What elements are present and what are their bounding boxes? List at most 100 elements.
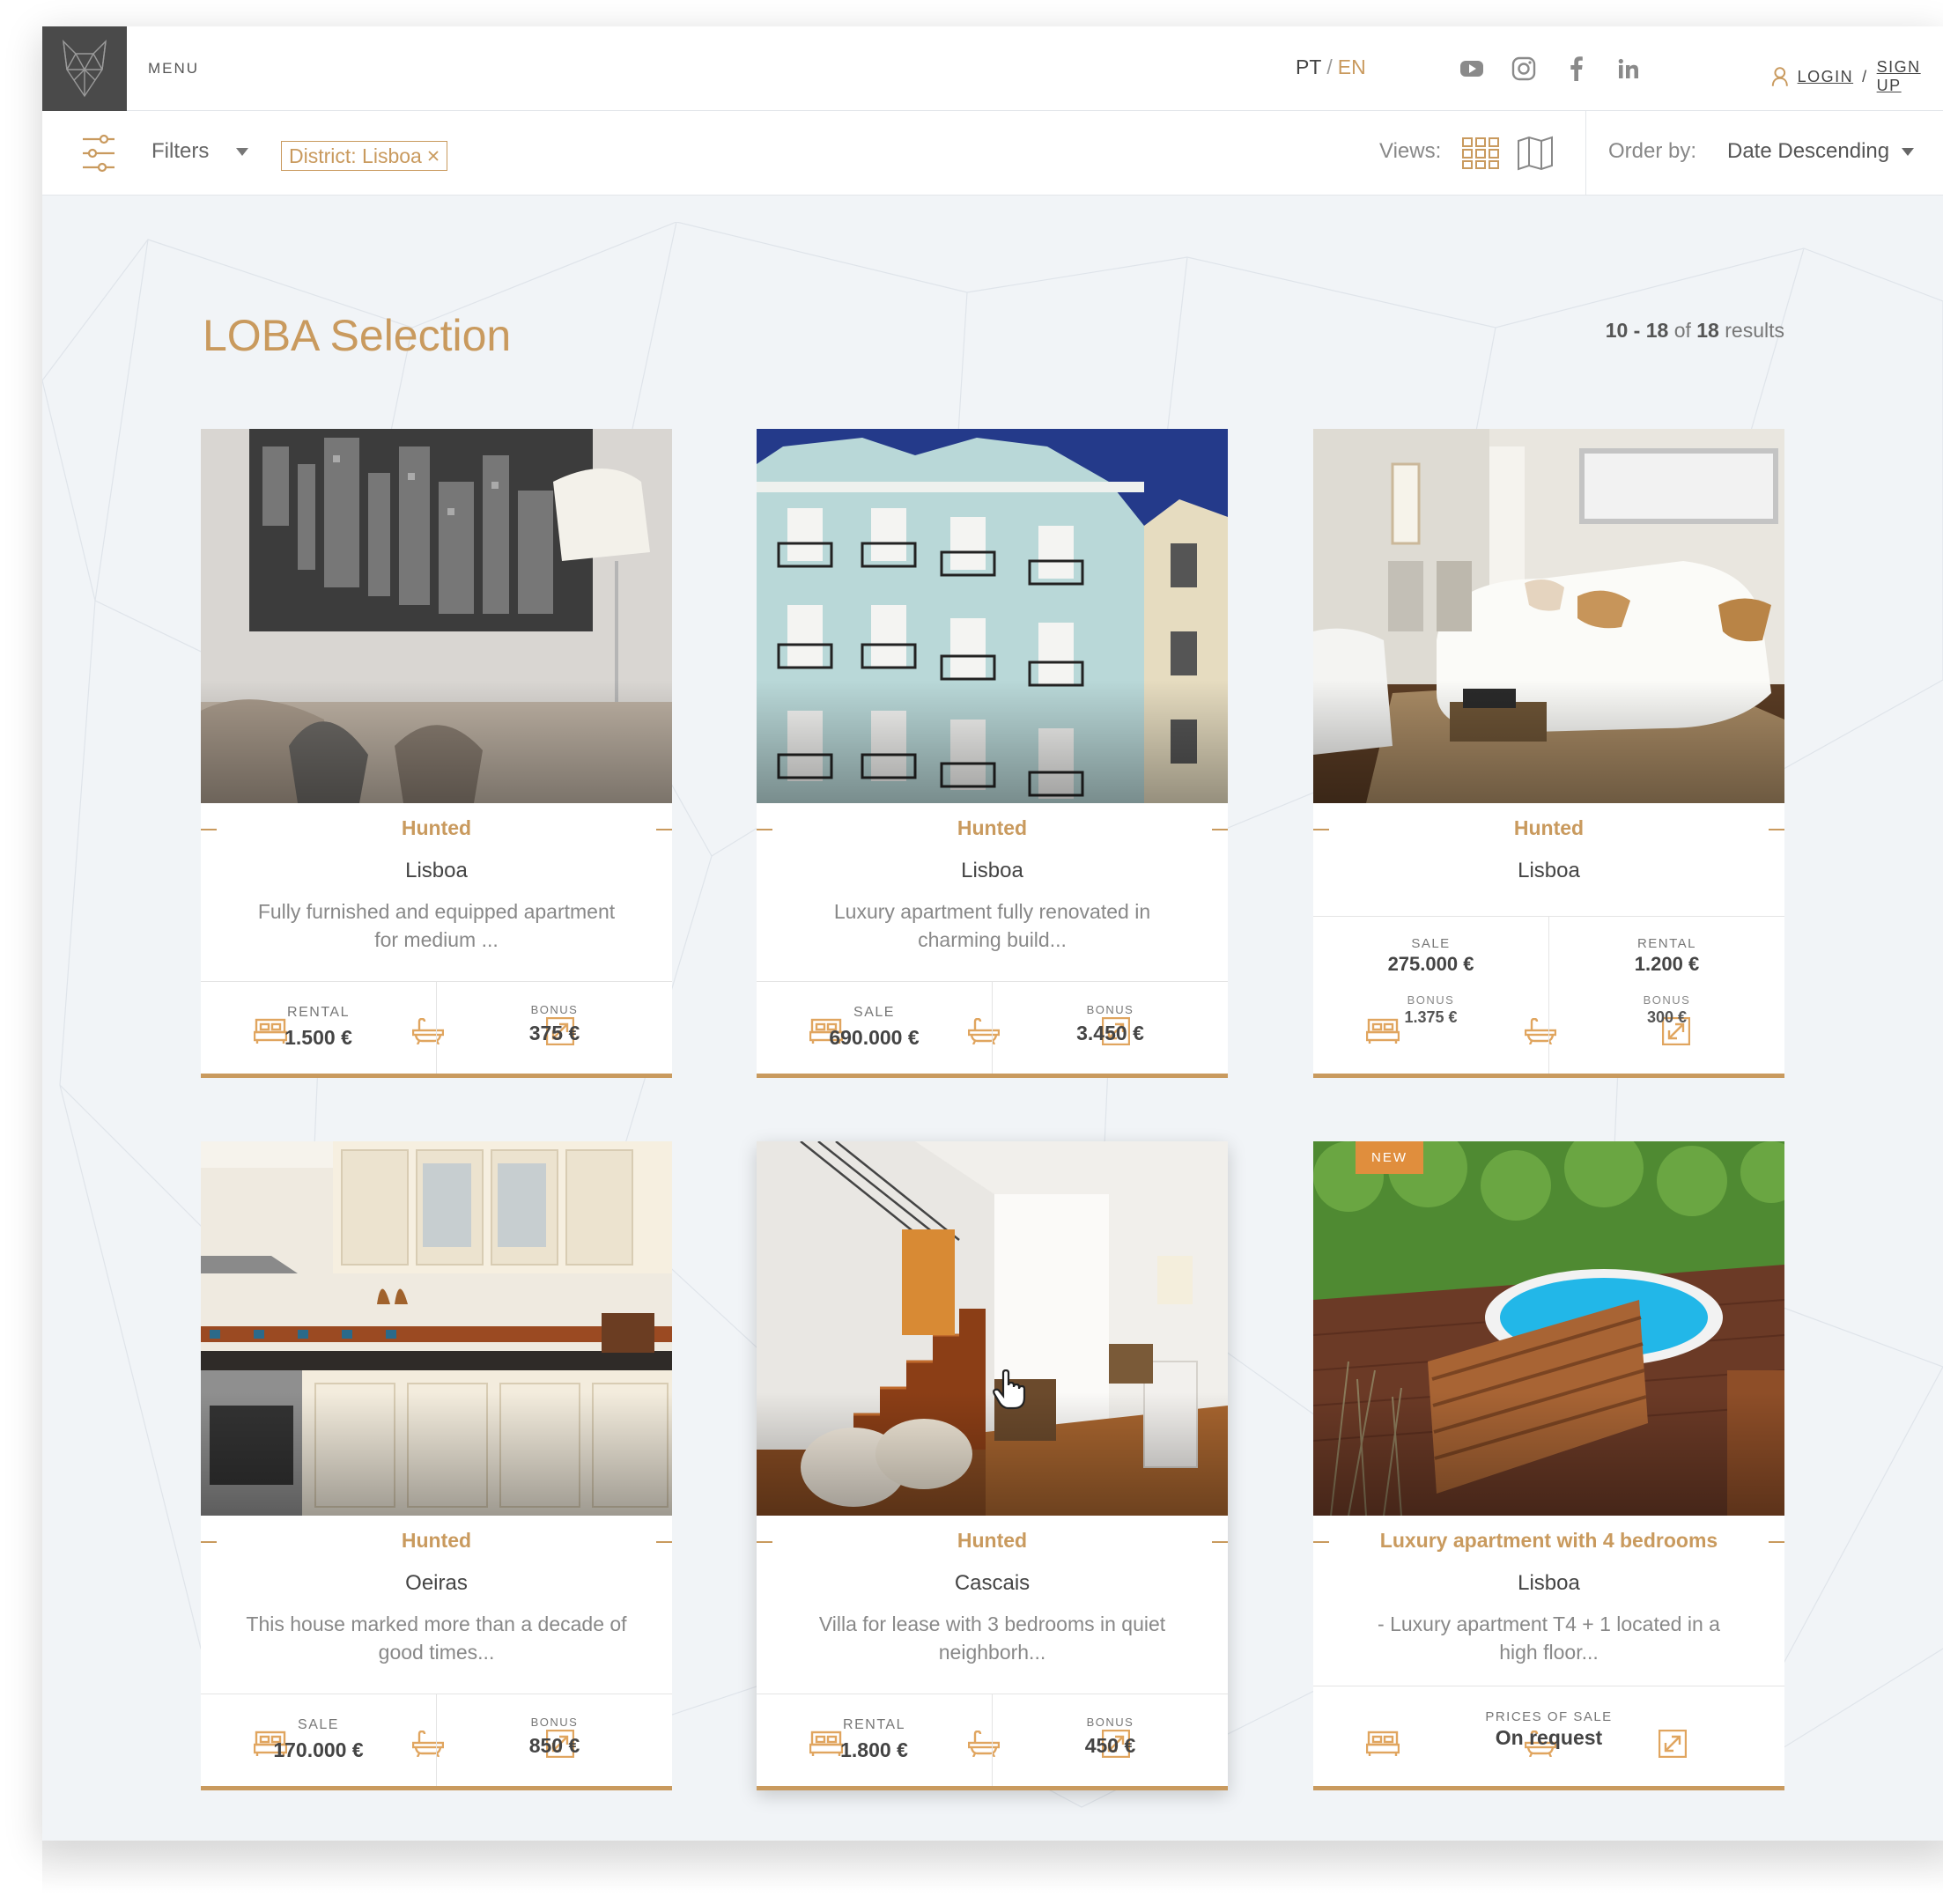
price-section: PRICES OF SALE On request xyxy=(1313,1686,1784,1786)
divider xyxy=(656,1541,672,1543)
filter-sliders-icon[interactable] xyxy=(81,134,116,173)
bonus-label: BONUS xyxy=(1086,1716,1134,1729)
property-card[interactable]: 2 2 110 m2 Hunted Lisboa Fully furnished… xyxy=(201,429,672,1078)
instagram-icon[interactable] xyxy=(1510,55,1538,83)
results-word: results xyxy=(1725,319,1784,342)
bonus-cell: BONUS 850 € xyxy=(437,1694,672,1786)
bonus-label: BONUS xyxy=(1643,993,1691,1007)
page-shadow xyxy=(42,1841,1943,1893)
property-city: Lisboa xyxy=(1518,1571,1580,1595)
property-card[interactable]: 2 2 117 m2 Hunted Oeiras This house mark… xyxy=(201,1141,672,1790)
divider xyxy=(1585,111,1586,196)
property-city: Cascais xyxy=(954,1571,1031,1595)
price-section: SALE 275.000 € BONUS 1.375 € RENTAL 1.20… xyxy=(1313,916,1784,1074)
price-cell: SALE 690.000 € xyxy=(757,982,992,1074)
property-photo[interactable] xyxy=(757,1141,1228,1516)
price-section: SALE 170.000 € BONUS 850 € xyxy=(201,1694,672,1786)
bonus-value: 300 € xyxy=(1646,1008,1688,1026)
wolf-logo-icon xyxy=(63,40,107,98)
logo[interactable] xyxy=(42,26,127,111)
rental-cell: RENTAL 1.200 € BONUS 300 € xyxy=(1549,917,1784,1074)
top-bar: MENU PT / EN LOGIN / SIGN UP xyxy=(42,26,1943,111)
property-card[interactable]: 3 3 170 m2 Hunted Cascais Villa for leas… xyxy=(757,1141,1228,1790)
divider xyxy=(1769,1541,1784,1543)
property-card[interactable]: 4 2 135 m2 Hunted Lisboa Luxury apartmen… xyxy=(757,429,1228,1078)
status-row: Hunted xyxy=(1313,816,1784,843)
property-description: Villa for lease with 3 bedrooms in quiet… xyxy=(818,1612,1166,1664)
bonus-value: 1.375 € xyxy=(1404,1008,1458,1026)
price-value: 1.200 € xyxy=(1634,953,1700,975)
price-value: On request xyxy=(1495,1726,1603,1749)
signup-link[interactable]: SIGN UP xyxy=(1877,58,1943,95)
chevron-down-icon xyxy=(1902,147,1915,156)
photo-gradient xyxy=(201,680,672,803)
property-city: Lisboa xyxy=(1518,859,1580,882)
divider xyxy=(201,829,217,830)
property-photo[interactable] xyxy=(201,429,672,803)
price-value: 690.000 € xyxy=(829,1026,920,1049)
price-section: SALE 690.000 € BONUS 3.450 € xyxy=(757,981,1228,1074)
auth-links: LOGIN / SIGN UP xyxy=(1771,58,1943,95)
price-section: RENTAL 1.800 € BONUS 450 € xyxy=(757,1694,1228,1786)
active-filter-chip[interactable]: District: Lisboa xyxy=(281,141,447,171)
lang-pt[interactable]: PT xyxy=(1296,55,1321,78)
divider xyxy=(656,829,672,830)
lang-en[interactable]: EN xyxy=(1338,55,1366,78)
price-cell: SALE 170.000 € xyxy=(201,1694,436,1786)
property-description: Luxury apartment fully renovated in char… xyxy=(833,900,1151,951)
property-card[interactable]: NEW 4 4 262 m2 Luxury apartment with 4 b… xyxy=(1313,1141,1784,1790)
filters-dropdown[interactable]: Filters xyxy=(151,139,209,164)
property-photo[interactable]: NEW xyxy=(1313,1141,1784,1516)
property-photo[interactable] xyxy=(201,1141,672,1516)
bonus-label: BONUS xyxy=(530,1716,579,1729)
price-label: PRICES OF SALE xyxy=(1485,1709,1613,1724)
bonus-value: 375 € xyxy=(528,1022,580,1044)
property-description: Fully furnished and equipped apartment f… xyxy=(257,900,616,951)
property-status: Hunted xyxy=(401,816,472,839)
bonus-cell: BONUS 3.450 € xyxy=(993,982,1228,1074)
login-link[interactable]: LOGIN xyxy=(1798,68,1854,86)
property-city: Oeiras xyxy=(405,1571,468,1595)
order-by-select[interactable]: Date Descending xyxy=(1727,139,1915,164)
price-value: 1.800 € xyxy=(840,1738,908,1761)
filter-bar: Filters District: Lisboa Views: Order by… xyxy=(42,111,1943,196)
hand-cursor-icon xyxy=(993,1369,1026,1410)
lang-separator: / xyxy=(1326,55,1333,78)
divider xyxy=(201,1541,217,1543)
bonus-label: BONUS xyxy=(1407,993,1455,1007)
property-photo[interactable] xyxy=(1313,429,1784,803)
results-count: 10 - 18 of 18 results xyxy=(1606,319,1784,343)
price-value: 1.500 € xyxy=(284,1026,352,1049)
map-view-icon[interactable] xyxy=(1517,136,1554,171)
price-label: SALE xyxy=(1411,936,1451,951)
results-total: 18 xyxy=(1696,319,1719,342)
youtube-icon[interactable] xyxy=(1458,55,1486,83)
facebook-icon[interactable] xyxy=(1563,55,1591,83)
price-section: RENTAL 1.500 € BONUS 375 € xyxy=(201,981,672,1074)
property-status: Hunted xyxy=(957,1529,1028,1552)
chevron-down-icon[interactable] xyxy=(236,148,248,156)
price-on-request-cell: PRICES OF SALE On request xyxy=(1313,1686,1784,1786)
price-label: RENTAL xyxy=(1636,936,1697,951)
photo-gradient xyxy=(201,1392,672,1516)
photo-gradient xyxy=(757,680,1228,803)
user-icon xyxy=(1771,67,1788,86)
property-photo[interactable] xyxy=(757,429,1228,803)
linkedin-icon[interactable] xyxy=(1614,55,1643,83)
close-icon[interactable] xyxy=(427,150,440,162)
menu-button[interactable]: MENU xyxy=(148,60,199,77)
grid-view-icon[interactable] xyxy=(1462,137,1501,169)
bonus-cell: BONUS 450 € xyxy=(993,1694,1228,1786)
views-label: Views: xyxy=(1379,139,1442,163)
bonus-value: 450 € xyxy=(1084,1734,1136,1757)
order-by-value: Date Descending xyxy=(1727,139,1890,163)
sale-cell: SALE 275.000 € BONUS 1.375 € xyxy=(1313,917,1548,1074)
results-range: 10 - 18 xyxy=(1605,319,1669,342)
divider xyxy=(1313,1541,1329,1543)
property-card[interactable]: 1 1 67 m2 Hunted Lisboa SALE 275.000 € B… xyxy=(1313,429,1784,1078)
language-switcher: PT / EN xyxy=(1296,55,1366,79)
active-filter-label: District: Lisboa xyxy=(289,144,422,167)
bonus-label: BONUS xyxy=(1086,1003,1134,1016)
property-status: Hunted xyxy=(1513,816,1585,839)
status-row: Hunted xyxy=(201,1529,672,1555)
